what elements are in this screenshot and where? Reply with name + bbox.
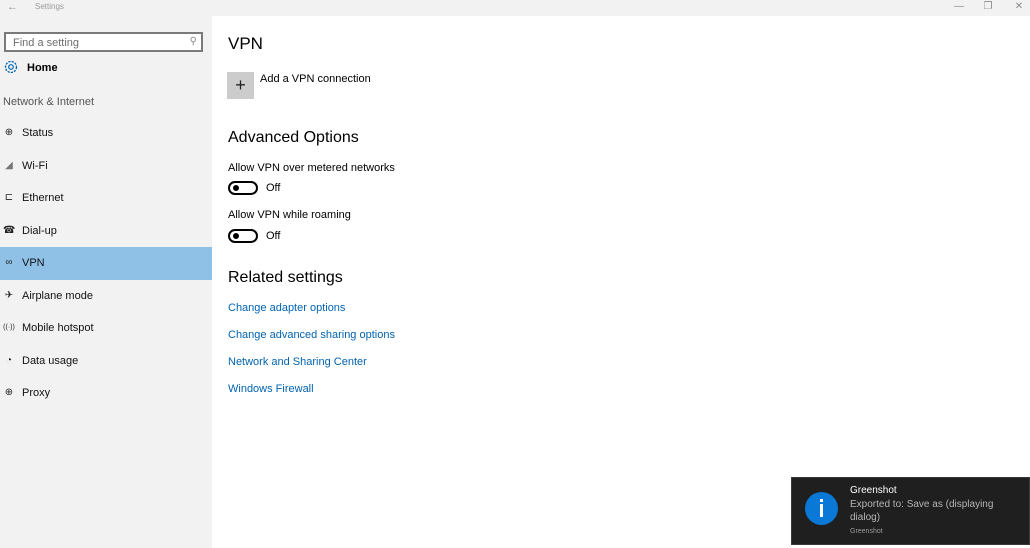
related-settings-heading: Related settings (228, 269, 343, 286)
sidebar-item-label: Status (22, 127, 54, 139)
sidebar-item-proxy[interactable]: ⊕ Proxy (0, 377, 212, 410)
roaming-toggle[interactable] (228, 229, 258, 243)
hotspot-icon: ((·)) (3, 324, 15, 331)
airplane-icon: ✈ (4, 290, 14, 301)
home-label: Home (27, 62, 58, 74)
sidebar-item-label: Wi-Fi (22, 160, 48, 172)
toast-body: Exported to: Save as (displaying dialog) (850, 499, 994, 523)
sidebar-item-label: Data usage (22, 355, 79, 367)
roaming-state: Off (266, 230, 281, 242)
ethernet-icon: ⊏ (4, 192, 14, 203)
search-placeholder: Find a setting (13, 37, 80, 49)
sidebar: Find a setting ⚲ Home Network & Internet… (0, 16, 212, 548)
metered-networks-toggle[interactable] (228, 181, 258, 195)
info-icon (805, 492, 838, 525)
plus-icon: + (235, 75, 246, 95)
toggle-knob (233, 185, 239, 191)
sidebar-item-label: Airplane mode (22, 290, 93, 302)
metered-networks-label: Allow VPN over metered networks (228, 162, 395, 174)
vpn-icon: ∞ (5, 257, 13, 268)
minimize-button[interactable]: — (944, 0, 974, 16)
sidebar-item-label: VPN (22, 257, 45, 269)
sidebar-item-label: Mobile hotspot (22, 322, 94, 334)
globe-monitor-icon: ⊕ (4, 127, 14, 138)
toast-title: Greenshot (850, 485, 897, 496)
sidebar-item-label: Dial-up (22, 225, 57, 237)
sidebar-item-wifi[interactable]: ◢ Wi-Fi (0, 150, 212, 183)
add-vpn-button[interactable]: + (227, 72, 254, 99)
back-arrow-icon[interactable]: ← (7, 0, 18, 14)
sidebar-item-mobile-hotspot[interactable]: ((·)) Mobile hotspot (0, 312, 212, 345)
search-input[interactable]: Find a setting ⚲ (4, 32, 203, 52)
proxy-globe-icon: ⊕ (4, 387, 14, 398)
sidebar-item-dialup[interactable]: ☎ Dial-up (0, 215, 212, 248)
title-bar: ← Settings — ❐ ✕ (0, 0, 1030, 16)
gear-icon (4, 60, 18, 74)
search-icon[interactable]: ⚲ (190, 35, 197, 49)
sidebar-item-status[interactable]: ⊕ Status (0, 117, 212, 150)
toast-notification[interactable]: Greenshot Exported to: Save as (displayi… (791, 477, 1030, 545)
add-vpn-label[interactable]: Add a VPN connection (260, 73, 371, 85)
link-network-and-sharing-center[interactable]: Network and Sharing Center (228, 356, 367, 368)
close-button[interactable]: ✕ (1004, 0, 1030, 16)
page-title: VPN (228, 34, 263, 53)
wifi-icon: ◢ (5, 160, 13, 171)
data-usage-icon: ◔ (5, 355, 13, 366)
sidebar-item-label: Ethernet (22, 192, 64, 204)
metered-networks-state: Off (266, 182, 281, 194)
link-windows-firewall[interactable]: Windows Firewall (228, 383, 314, 395)
sidebar-item-label: Proxy (22, 387, 51, 399)
sidebar-item-vpn[interactable]: ∞ VPN (0, 247, 212, 280)
sidebar-item-data-usage[interactable]: ◔ Data usage (0, 345, 212, 378)
section-label: Network & Internet (3, 96, 95, 108)
window-title: Settings (35, 2, 64, 11)
maximize-button[interactable]: ❐ (973, 0, 1003, 16)
toggle-knob (233, 233, 239, 239)
link-change-adapter-options[interactable]: Change adapter options (228, 302, 345, 314)
advanced-options-heading: Advanced Options (228, 129, 359, 146)
link-change-advanced-sharing-options[interactable]: Change advanced sharing options (228, 329, 395, 341)
sidebar-item-ethernet[interactable]: ⊏ Ethernet (0, 182, 212, 215)
toast-app-name: Greenshot (850, 528, 883, 535)
sidebar-item-airplane-mode[interactable]: ✈ Airplane mode (0, 280, 212, 313)
roaming-label: Allow VPN while roaming (228, 209, 351, 221)
dialup-icon: ☎ (3, 225, 16, 236)
main-content: VPN + Add a VPN connection Advanced Opti… (212, 16, 1030, 548)
sidebar-home[interactable]: Home (0, 59, 212, 79)
